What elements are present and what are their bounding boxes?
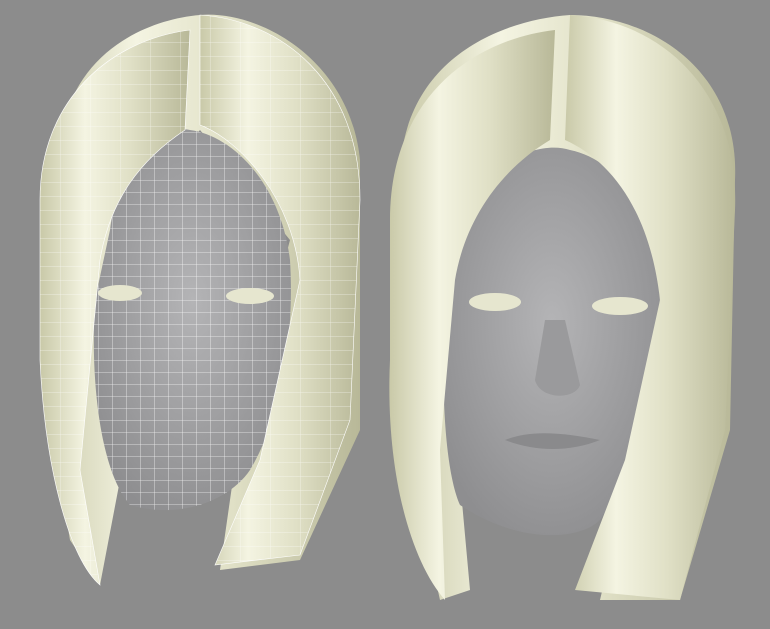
render-canvas	[39, 14, 736, 600]
left-eye	[469, 293, 521, 311]
left-eye	[98, 285, 142, 301]
render-viewport	[0, 0, 770, 629]
right-eye	[226, 288, 274, 304]
shaded-head	[389, 15, 736, 600]
right-eye	[592, 297, 648, 315]
wireframe-head	[39, 14, 361, 586]
